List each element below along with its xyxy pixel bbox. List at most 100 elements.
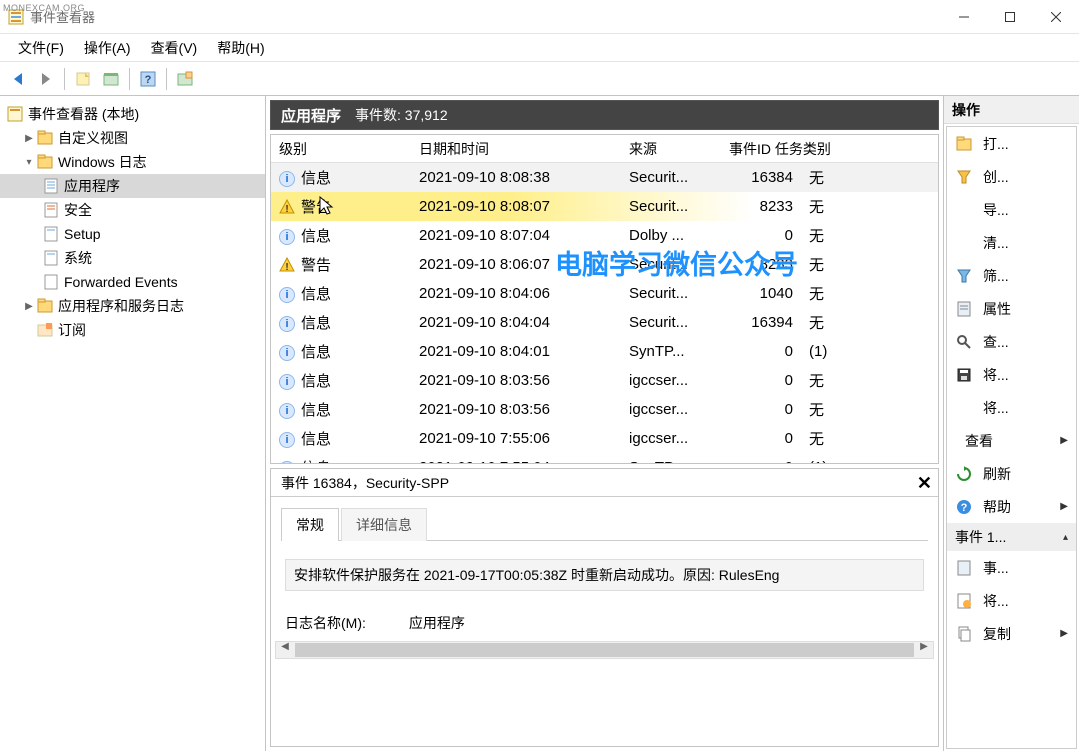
tree-app-service-logs[interactable]: ▶ 应用程序和服务日志 [0, 294, 265, 318]
close-icon[interactable]: ✕ [917, 473, 932, 494]
chevron-right-icon[interactable]: ▶ [22, 299, 36, 313]
tree-security[interactable]: 安全 [0, 198, 265, 222]
action-item[interactable]: 创... [947, 160, 1076, 193]
table-row[interactable]: i信息2021-09-10 8:04:06Securit...1040无 [271, 279, 938, 308]
cell-eventid: 16394 [721, 314, 801, 331]
action-view[interactable]: 查看 ▶ [947, 424, 1076, 457]
table-row[interactable]: i信息2021-09-10 8:08:38Securit...16384无 [271, 163, 938, 192]
chevron-down-icon[interactable]: ▾ [22, 155, 36, 169]
toolbar-btn-2[interactable] [99, 67, 123, 91]
scroll-right-icon[interactable]: ▶ [915, 641, 933, 659]
horizontal-scrollbar[interactable]: ◀ ▶ [275, 641, 934, 659]
tree-application[interactable]: 应用程序 [0, 174, 265, 198]
copy-icon [955, 625, 973, 643]
action-item[interactable]: 查... [947, 325, 1076, 358]
cell-date: 2021-09-10 8:06:07 [411, 256, 621, 273]
table-row[interactable]: i信息2021-09-10 8:04:01SynTP...0(1) [271, 337, 938, 366]
cell-date: 2021-09-10 8:08:07 [411, 198, 621, 215]
table-row[interactable]: i信息2021-09-10 8:07:04Dolby ...0无 [271, 221, 938, 250]
action-item[interactable]: 导... [947, 193, 1076, 226]
window-maximize-button[interactable] [987, 0, 1033, 34]
tree-setup[interactable]: Setup [0, 222, 265, 246]
tree-forwarded[interactable]: Forwarded Events [0, 270, 265, 294]
cell-date: 2021-09-10 7:55:04 [411, 459, 621, 464]
action-copy[interactable]: 复制 ▶ [947, 617, 1076, 650]
table-row[interactable]: i信息2021-09-10 8:03:56igccser...0无 [271, 366, 938, 395]
cell-source: igccser... [621, 430, 721, 447]
actions-panel: 操作 打...创...导...清...筛...属性查...将...将... 查看… [944, 96, 1079, 751]
level-text: 信息 [301, 312, 331, 333]
cell-date: 2021-09-10 8:04:04 [411, 314, 621, 331]
col-eventid[interactable]: 事件ID 任务类别 [721, 135, 938, 162]
toolbar-btn-3[interactable] [173, 67, 197, 91]
tree-subscriptions[interactable]: 订阅 [0, 318, 265, 342]
tree-custom-views[interactable]: ▶ 自定义视图 [0, 126, 265, 150]
action-help[interactable]: ? 帮助 ▶ [947, 490, 1076, 523]
action-item[interactable]: 将... [947, 358, 1076, 391]
cell-category: 无 [801, 225, 881, 246]
action-label: 创... [983, 167, 1009, 187]
menu-file[interactable]: 文件(F) [8, 36, 74, 60]
chevron-right-icon[interactable]: ▶ [22, 131, 36, 145]
col-level[interactable]: 级别 [271, 135, 411, 162]
cell-category: 无 [801, 312, 881, 333]
cell-date: 2021-09-10 8:08:38 [411, 169, 621, 186]
action-item[interactable]: 打... [947, 127, 1076, 160]
level-text: 警告 [301, 196, 331, 217]
tree-label: 系统 [64, 248, 92, 268]
tab-general[interactable]: 常规 [281, 508, 339, 541]
tree-system[interactable]: 系统 [0, 246, 265, 270]
window-close-button[interactable] [1033, 0, 1079, 34]
col-date[interactable]: 日期和时间 [411, 135, 621, 162]
level-text: 警告 [301, 254, 331, 275]
action-item[interactable]: 事... [947, 551, 1076, 584]
menu-help[interactable]: 帮助(H) [207, 36, 274, 60]
table-row[interactable]: i 信息 2021-09-10 8:04:04Securit...16394无 [271, 308, 938, 337]
cell-source: Securit... [621, 169, 721, 186]
tab-details[interactable]: 详细信息 [341, 508, 427, 541]
table-row[interactable]: i信息2021-09-10 8:03:56igccser...0无 [271, 395, 938, 424]
cell-eventid: 0 [721, 459, 801, 464]
action-item[interactable]: 清... [947, 226, 1076, 259]
action-icon [955, 300, 973, 318]
cell-source: Securit... [621, 285, 721, 302]
tree-label: 订阅 [58, 320, 86, 340]
cell-source: SynTP... [621, 343, 721, 360]
collapse-icon[interactable]: ▴ [1063, 532, 1068, 543]
action-label: 属性 [983, 299, 1011, 319]
scroll-left-icon[interactable]: ◀ [276, 641, 294, 659]
col-source[interactable]: 来源 [621, 135, 721, 162]
actions-group-event[interactable]: 事件 1... ▴ [947, 523, 1076, 551]
toolbar-btn-1[interactable] [71, 67, 95, 91]
level-icon: i [279, 169, 295, 187]
action-item[interactable]: 筛... [947, 259, 1076, 292]
cell-source: Securit... [621, 314, 721, 331]
action-item[interactable]: 将... [947, 391, 1076, 424]
table-row[interactable]: !警告2021-09-10 8:06:07Securit...8233无 [271, 250, 938, 279]
action-item[interactable]: 属性 [947, 292, 1076, 325]
level-icon: ! [279, 257, 295, 273]
table-row[interactable]: i信息2021-09-10 7:55:04SynTP...0(1) [271, 453, 938, 464]
chevron-right-icon: ▶ [1060, 501, 1068, 512]
tree-root[interactable]: 事件查看器 (本地) [0, 102, 265, 126]
menu-action[interactable]: 操作(A) [74, 36, 141, 60]
tree-windows-logs[interactable]: ▾ Windows 日志 [0, 150, 265, 174]
back-button[interactable] [6, 67, 30, 91]
forward-button[interactable] [34, 67, 58, 91]
cell-date: 2021-09-10 7:55:06 [411, 430, 621, 447]
tree-label: 安全 [64, 200, 92, 220]
menu-view[interactable]: 查看(V) [141, 36, 208, 60]
grid-body[interactable]: i信息2021-09-10 8:08:38Securit...16384无! 警告… [271, 163, 938, 464]
detail-tabs: 常规 详细信息 [281, 507, 928, 541]
table-row[interactable]: !警告2021-09-10 8:08:07Securit...8233无 [271, 192, 938, 221]
cell-eventid: 0 [721, 401, 801, 418]
cell-source: SynTP... [621, 459, 721, 464]
toolbar-help-button[interactable]: ? [136, 67, 160, 91]
level-icon: i [279, 314, 295, 332]
window-titlebar: 事件查看器 [0, 0, 1079, 34]
action-item[interactable]: 将... [947, 584, 1076, 617]
action-icon [955, 234, 973, 252]
table-row[interactable]: i信息2021-09-10 7:55:06igccser...0无 [271, 424, 938, 453]
window-minimize-button[interactable] [941, 0, 987, 34]
action-refresh[interactable]: 刷新 [947, 457, 1076, 490]
